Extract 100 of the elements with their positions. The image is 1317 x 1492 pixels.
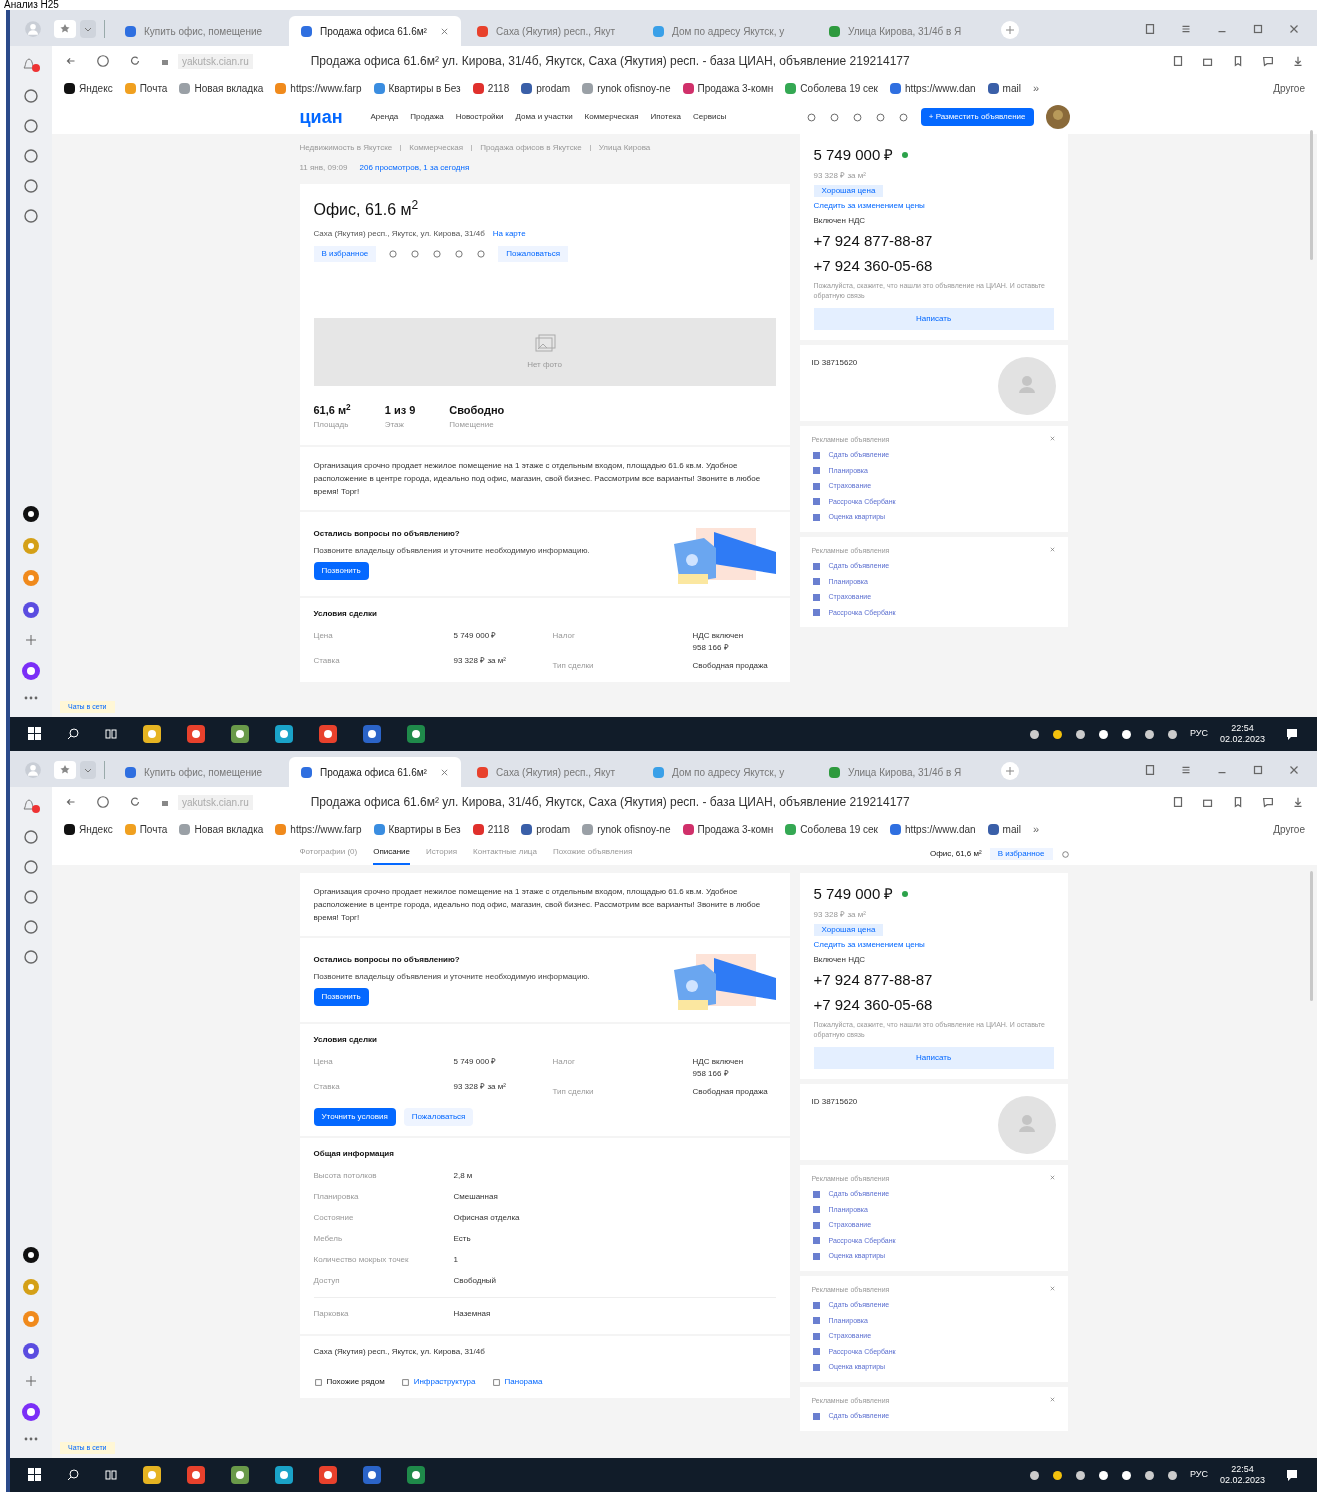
close-icon[interactable] <box>440 767 449 777</box>
tray-icon[interactable] <box>1120 1469 1132 1481</box>
bookmark-item[interactable]: mail <box>987 821 1021 837</box>
task-view-icon[interactable] <box>104 1468 118 1482</box>
tray-icon[interactable] <box>1051 1469 1063 1481</box>
tray-icon[interactable] <box>1074 1469 1086 1481</box>
windows-icon[interactable] <box>28 727 42 741</box>
bookmark-item[interactable]: prodam <box>521 821 571 837</box>
notification-icon[interactable] <box>1285 1468 1299 1482</box>
bookmark-item[interactable]: Продажа 3-комн <box>682 821 774 837</box>
close-icon[interactable] <box>1048 1284 1056 1292</box>
taskbar-app-icon[interactable] <box>142 1465 162 1485</box>
bookmark-item[interactable]: https://www.farp <box>275 80 362 96</box>
search-icon[interactable] <box>66 727 80 741</box>
app-icon[interactable] <box>22 505 40 523</box>
other-bookmarks-button[interactable]: Другое <box>1273 80 1305 96</box>
breadcrumb-link[interactable]: Коммерческая <box>409 142 464 154</box>
maximize-icon[interactable] <box>1251 763 1265 777</box>
browser-tab[interactable]: Продажа офиса 61.6м² <box>289 757 461 787</box>
taskbar-app-icon[interactable] <box>318 1465 338 1485</box>
breadcrumb-link[interactable]: Улица Кирова <box>598 142 651 154</box>
bookmark-item[interactable]: https://www.dan <box>890 821 976 837</box>
close-icon[interactable] <box>1048 545 1056 553</box>
clock[interactable]: 22:54 02.02.2023 <box>1219 723 1265 745</box>
tray-icon[interactable] <box>1028 1469 1040 1481</box>
map-tab[interactable]: Панорама <box>491 1376 543 1388</box>
app-icon[interactable] <box>22 1246 40 1264</box>
bookmark-item[interactable]: Новая вкладка <box>179 821 264 837</box>
nav-link[interactable]: Коммерческая <box>584 111 639 123</box>
tray-icon[interactable] <box>1097 728 1109 740</box>
taskbar-app-icon[interactable] <box>318 724 338 744</box>
browser-tab[interactable]: Купить офис, помещение <box>113 16 285 46</box>
more-bookmarks-button[interactable]: » <box>1032 79 1040 97</box>
avatar-icon[interactable] <box>1045 105 1070 129</box>
complain-button[interactable]: Пожаловаться <box>403 1108 474 1126</box>
bookmark-item[interactable]: Яндекс <box>64 821 113 837</box>
nav-link[interactable]: Дома и участки <box>515 111 573 123</box>
browser-tab[interactable]: Купить офис, помещение <box>113 757 285 787</box>
more-icon[interactable] <box>24 1436 38 1442</box>
bookmark-item[interactable]: 2118 <box>472 821 510 837</box>
phone-number[interactable]: +7 924 360-05-68 <box>813 255 1054 278</box>
call-button[interactable]: Позвонить <box>313 988 369 1006</box>
tray-icon[interactable] <box>1051 728 1063 740</box>
tray-icon[interactable] <box>1143 1469 1155 1481</box>
bookmark-item[interactable]: Почта <box>124 80 168 96</box>
nav-link[interactable]: Ипотека <box>650 111 682 123</box>
task-view-icon[interactable] <box>104 727 118 741</box>
tray-icon[interactable] <box>1166 1469 1178 1481</box>
browser-tab[interactable]: Дом по адресу Якутск, у <box>641 757 813 787</box>
clarify-button[interactable]: Уточнить условия <box>313 1108 396 1126</box>
bookmark-item[interactable]: rynok ofisnoy-ne <box>582 80 671 96</box>
language-indicator[interactable]: РУС <box>1189 727 1208 741</box>
nav-link[interactable]: Продажа <box>410 111 444 123</box>
phone-number[interactable]: +7 924 360-05-68 <box>813 994 1054 1017</box>
bookmark-item[interactable]: Квартиры в Без <box>373 80 461 96</box>
tray-icon[interactable] <box>1028 728 1040 740</box>
tray-icon[interactable] <box>1074 728 1086 740</box>
section-tab[interactable]: Фотографии (0) <box>299 846 358 865</box>
taskbar-app-icon[interactable] <box>142 724 162 744</box>
bookmark-item[interactable]: Соболева 19 сек <box>785 80 878 96</box>
favorite-button[interactable]: В избранное <box>989 848 1053 860</box>
browser-tab[interactable]: Улица Кирова, 31/4б в Я <box>817 16 989 46</box>
cian-logo[interactable]: циан <box>299 103 343 131</box>
more-icon[interactable] <box>24 695 38 701</box>
nav-link[interactable]: Новостройки <box>455 111 504 123</box>
views-link[interactable]: 206 просмотров, 1 за сегодня <box>359 162 470 174</box>
close-icon[interactable] <box>1048 434 1056 442</box>
taskbar-app-icon[interactable] <box>230 724 250 744</box>
breadcrumb-link[interactable]: Недвижимость в Якутске <box>299 142 393 154</box>
close-icon[interactable] <box>1048 1173 1056 1181</box>
bookmark-item[interactable]: https://www.farp <box>275 821 362 837</box>
browser-tab[interactable]: Саха (Якутия) респ., Якут <box>465 757 637 787</box>
call-button[interactable]: Позвонить <box>313 561 369 580</box>
clock[interactable]: 22:54 02.02.2023 <box>1219 1464 1265 1486</box>
bookmark-item[interactable]: Продажа 3-комн <box>682 80 774 96</box>
bookmark-item[interactable]: https://www.dan <box>890 80 976 96</box>
bookmark-item[interactable]: Почта <box>124 821 168 837</box>
favorite-button[interactable]: В избранное <box>313 246 377 262</box>
close-icon[interactable] <box>1048 1395 1056 1403</box>
taskbar-app-icon[interactable] <box>406 1465 426 1485</box>
section-tab[interactable]: Описание <box>373 846 411 865</box>
browser-tab[interactable]: Улица Кирова, 31/4б в Я <box>817 757 989 787</box>
write-button[interactable]: Написать <box>813 1046 1054 1069</box>
close-icon[interactable] <box>440 26 449 36</box>
tray-icon[interactable] <box>1143 728 1155 740</box>
nav-link[interactable]: Сервисы <box>693 111 727 123</box>
section-tab[interactable]: История <box>426 846 458 865</box>
section-tab[interactable]: Контактные лица <box>473 846 537 865</box>
notification-icon[interactable] <box>1285 727 1299 741</box>
taskbar-app-icon[interactable] <box>274 724 294 744</box>
write-button[interactable]: Написать <box>813 307 1054 330</box>
phone-number[interactable]: +7 924 877-88-87 <box>813 968 1054 991</box>
price-watch-link[interactable]: Следить за изменением цены <box>813 938 1054 951</box>
browser-tab[interactable]: Продажа офиса 61.6м² <box>289 16 461 46</box>
bookmark-item[interactable]: Квартиры в Без <box>373 821 461 837</box>
browser-tab[interactable]: Саха (Якутия) респ., Якут <box>465 16 637 46</box>
bookmark-item[interactable]: prodam <box>521 80 571 96</box>
bookmark-item[interactable]: rynok ofisnoy-ne <box>582 821 671 837</box>
breadcrumb-link[interactable]: Продажа офисов в Якутске <box>480 142 582 154</box>
browser-tab[interactable]: Дом по адресу Якутск, у <box>641 16 813 46</box>
